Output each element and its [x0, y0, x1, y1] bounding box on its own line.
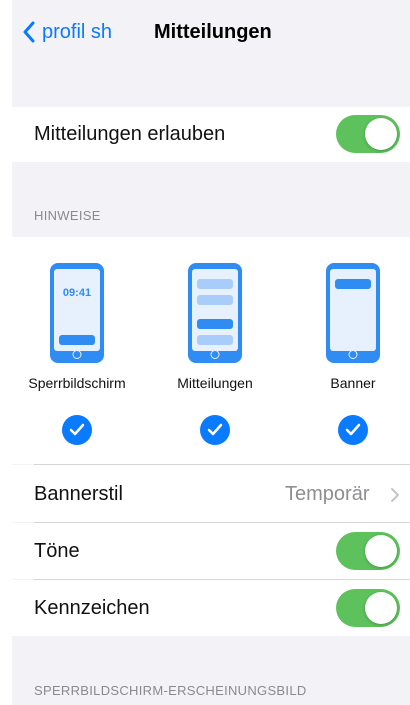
checkmark-icon — [345, 423, 361, 436]
lockscreen-phone-icon: 09:41 — [50, 263, 104, 363]
toggle-knob — [365, 592, 397, 624]
allow-notifications-row: Mitteilungen erlauben — [12, 107, 410, 162]
lockscreen-checkmark[interactable] — [62, 415, 92, 445]
chevron-left-icon — [23, 21, 35, 43]
sounds-label: Töne — [34, 540, 80, 562]
notification-center-checkmark[interactable] — [200, 415, 230, 445]
badges-label: Kennzeichen — [34, 597, 150, 619]
page-title: Mitteilungen — [154, 21, 272, 43]
checkmark-icon — [69, 423, 85, 436]
banner-style-row[interactable]: Bannerstil Temporär — [12, 465, 410, 522]
back-button[interactable]: profil sh — [22, 20, 112, 44]
chevron-right-icon — [391, 488, 399, 502]
banner-style-value: Temporär — [285, 483, 370, 505]
allow-notifications-toggle[interactable] — [336, 115, 400, 153]
lockscreen-clock: 09:41 — [62, 287, 92, 299]
sounds-row: Töne — [12, 523, 410, 579]
alert-style-label: Sperrbildschirm — [28, 375, 126, 391]
alert-style-label: Mitteilungen — [177, 375, 253, 391]
section-header-lockscreen-appearance: SPERRBILDSCHIRM-ERSCHEINUNGSBILD — [34, 683, 307, 698]
settings-screen: profil sh Mitteilungen Mitteilungen erla… — [12, 0, 410, 705]
navigation-bar: profil sh Mitteilungen — [12, 0, 410, 70]
alert-style-label: Banner — [330, 375, 376, 391]
alert-styles-panel: 09:41 Sperrbildschirm Mitteilungen Banne… — [12, 237, 410, 464]
banner-checkmark[interactable] — [338, 415, 368, 445]
section-header-hints: HINWEISE — [34, 208, 101, 223]
notification-center-phone-icon — [188, 263, 242, 363]
checkmark-icon — [207, 423, 223, 436]
back-button-label: profil sh — [42, 20, 113, 43]
toggle-knob — [365, 118, 397, 150]
badges-row: Kennzeichen — [12, 580, 410, 636]
banner-style-label: Bannerstil — [34, 483, 123, 505]
toggle-knob — [365, 535, 397, 567]
allow-notifications-label: Mitteilungen erlauben — [34, 123, 226, 145]
badges-toggle[interactable] — [336, 589, 400, 627]
banner-phone-icon — [326, 263, 380, 363]
sounds-toggle[interactable] — [336, 532, 400, 570]
